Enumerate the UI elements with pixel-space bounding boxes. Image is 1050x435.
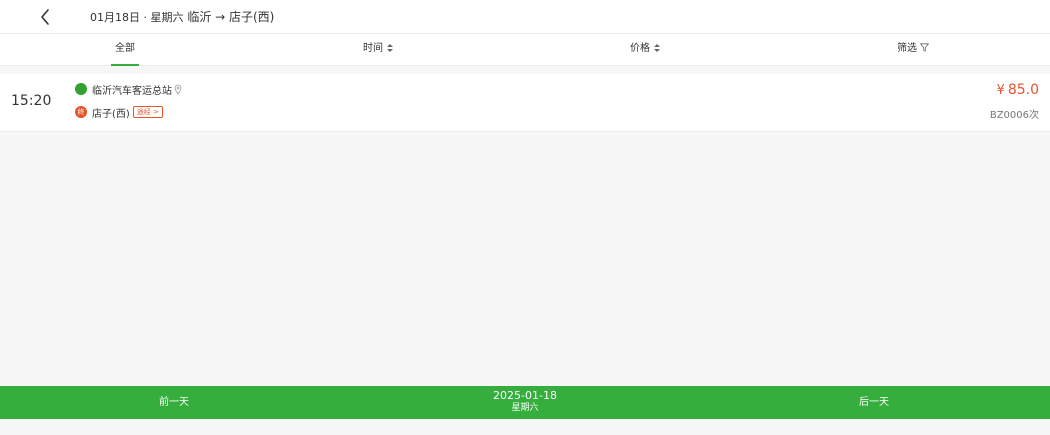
header-route: 临沂 → 店子(西) [187, 10, 275, 24]
sort-price-button[interactable]: 价格 [630, 34, 660, 66]
sort-price-label: 价格 [630, 43, 650, 54]
sort-time-label: 时间 [363, 43, 383, 54]
chevron-left-icon [41, 9, 49, 25]
next-day-button[interactable]: 后一天 [859, 386, 889, 419]
departure-time: 15:20 [11, 93, 52, 109]
start-dot-icon [75, 83, 87, 95]
bus-number: BZ0006次 [989, 110, 1039, 121]
arrival-station: 店子(西) [92, 108, 130, 120]
current-date[interactable]: 2025-01-18 星期六 [445, 389, 605, 415]
tab-all[interactable]: 全部 [111, 34, 139, 66]
departure-station-row: 临沂汽车客运总站 [75, 82, 182, 97]
price-value: 85.0 [1007, 82, 1039, 98]
sort-arrows-icon [654, 44, 660, 52]
filter-label: 筛选 [897, 43, 917, 54]
sort-arrows-icon [387, 44, 393, 52]
tab-all-label: 全部 [115, 43, 135, 54]
filter-bar: 全部 时间 价格 筛选 [0, 34, 1050, 66]
date-nav-bar: 前一天 2025-01-18 星期六 后一天 [0, 386, 1050, 419]
filter-button[interactable]: 筛选 [897, 34, 929, 66]
location-pin-icon[interactable] [174, 84, 182, 95]
page-title: 01月18日 · 星期六 临沂 → 店子(西) [90, 8, 274, 25]
prev-day-button[interactable]: 前一天 [159, 386, 189, 419]
trip-card[interactable]: 15:20 临沂汽车客运总站 终 店子(西) 途经 > ¥85.0 BZ0006… [0, 74, 1050, 132]
sort-time-button[interactable]: 时间 [363, 34, 393, 66]
ticket-price: ¥85.0 [997, 82, 1039, 98]
departure-station: 临沂汽车客运总站 [92, 85, 172, 97]
current-date-value: 2025-01-18 [493, 389, 557, 402]
funnel-icon [920, 43, 929, 52]
end-marker-icon: 终 [75, 106, 87, 118]
header-bar: 01月18日 · 星期六 临沂 → 店子(西) [0, 0, 1050, 34]
arrival-station-row: 终 店子(西) 途经 > [75, 105, 163, 120]
header-date: 01月18日 · 星期六 [90, 11, 184, 24]
back-button[interactable] [36, 7, 56, 27]
currency-symbol: ¥ [996, 83, 1005, 98]
current-weekday: 星期六 [511, 403, 539, 413]
via-stops-button[interactable]: 途经 > [132, 106, 163, 118]
